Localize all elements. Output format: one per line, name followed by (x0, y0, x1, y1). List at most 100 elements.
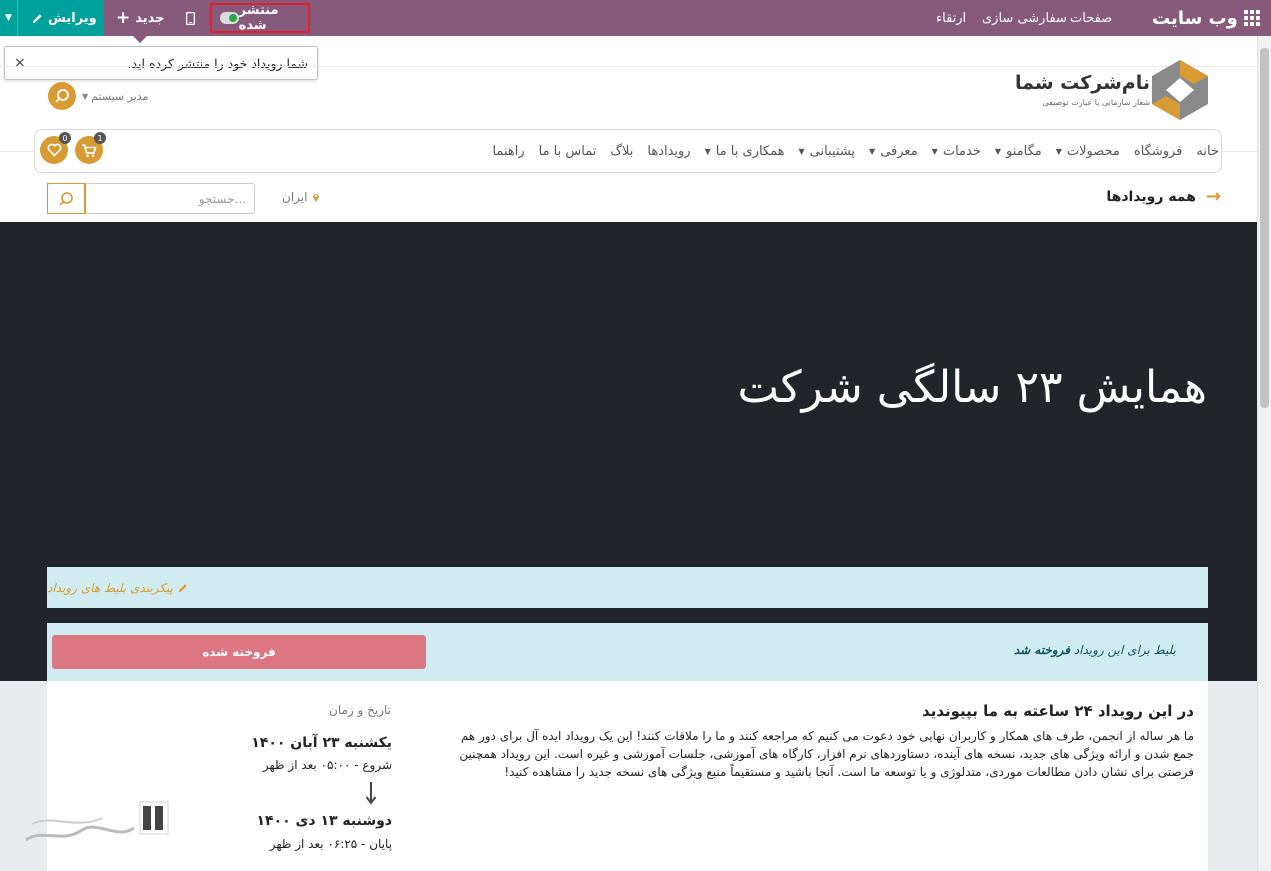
plus-icon: + (116, 8, 131, 28)
new-menu-pointer (133, 36, 147, 43)
search-icon (55, 89, 69, 103)
edit-button[interactable]: ویرایش (18, 11, 97, 26)
nav-item-shop[interactable]: فروشگاه (1134, 144, 1183, 159)
main-navbar: خانه فروشگاه محصولات ▼ مگامنو ▼ خدمات ▼ معر… (34, 129, 1222, 173)
arrow-down-icon (365, 782, 377, 805)
chevron-down-icon: ▼ (704, 146, 711, 156)
nav-item-home[interactable]: خانه (1196, 144, 1219, 159)
event-intro-text: ما هر ساله از انجمن، طرف های همکار و کار… (459, 729, 1194, 779)
edit-dropdown-toggle[interactable]: ▼ (0, 0, 18, 36)
pencil-icon (178, 583, 187, 592)
scrollbar-thumb[interactable] (1260, 48, 1269, 408)
end-date: دوشنبه ۱۳ دی ۱۴۰۰ (256, 813, 393, 829)
search-icon (59, 191, 73, 206)
date-time-label: تاریخ و زمان (329, 703, 391, 717)
chevron-down-icon: ▼ (798, 146, 805, 156)
header-search-button[interactable] (48, 82, 76, 110)
mobile-preview-button[interactable] (186, 0, 195, 36)
nav-label: محصولات (1066, 143, 1120, 159)
upgrade-menu[interactable]: ارتقاء (936, 0, 966, 36)
nav-item-blog[interactable]: بلاگ (610, 144, 633, 159)
chevron-down-icon: ▼ (869, 146, 876, 156)
chevron-down-icon: ▼ (82, 91, 89, 101)
sold-out-message: بلیط برای این رویداد فروخته شد (1014, 643, 1176, 657)
nav-item-services[interactable]: خدمات ▼ (932, 144, 981, 159)
nav-item-contact[interactable]: تماس با ما (539, 144, 597, 159)
nav-item-help[interactable]: راهنما (492, 144, 524, 159)
nav-label: خانه (1196, 143, 1219, 159)
nav-label: خدمات (942, 143, 981, 159)
company-name: نام‌شرکت شما (1014, 72, 1150, 94)
close-icon[interactable]: × (14, 55, 26, 71)
watermark-logo-icon (25, 801, 169, 842)
end-time: پایان - ۰۶:۲۵ بعد از ظهر (269, 837, 392, 851)
nav-label: بلاگ (610, 143, 634, 159)
company-logo[interactable]: نام‌شرکت شما شعار سازمانی یا عبارت توصیف… (1015, 58, 1210, 122)
cart-count-badge: 1 (94, 132, 106, 144)
nav-label: معرفی (880, 143, 918, 159)
chevron-down-icon: ▼ (931, 146, 938, 156)
sold-out-button[interactable]: فروخته شده (52, 635, 426, 669)
nav-label: تماس با ما (538, 143, 597, 159)
tooltip-text: شما رویداد خود را منتشر کرده اید. (127, 55, 309, 71)
chevron-down-icon: ▼ (994, 146, 1002, 156)
pencil-icon (32, 13, 42, 23)
search-submit-button[interactable] (47, 183, 86, 214)
heart-icon (47, 143, 61, 157)
nav-label: رویدادها (647, 143, 691, 159)
event-content: در این رویداد ۲۴ ساعته به ما بپیوندید ما… (47, 681, 1208, 871)
nav-label: راهنما (492, 143, 525, 159)
pages-menu[interactable]: صفحات (1070, 0, 1112, 36)
arrow-right-icon: → (1205, 186, 1221, 207)
start-time: شروع - ۰۵:۰۰ بعد از ظهر (262, 758, 392, 772)
location-label: ایران (282, 190, 308, 204)
nav-item-events[interactable]: رویدادها (647, 144, 690, 159)
start-date: یکشنبه ۲۳ آبان ۱۴۰۰ (251, 735, 392, 751)
publish-toggle[interactable]: منتشر شده (210, 3, 310, 33)
chevron-down-icon: ▼ (1055, 146, 1062, 156)
cart-button[interactable]: 1 (75, 132, 106, 164)
admin-user-name: مدیر سیستم (91, 89, 149, 103)
nav-label: پشتیبانی (809, 143, 856, 159)
new-content-button[interactable]: + جدید (116, 0, 165, 36)
nav-item-products[interactable]: محصولات ▼ (1056, 144, 1120, 159)
configure-tickets-link[interactable]: پیکربندی بلیط های رویداد (47, 567, 1208, 608)
website-admin-bar: ▼ ویرایش + جدید منتشر شده ارتقاء سفارشی … (0, 0, 1271, 36)
configure-tickets-label: پیکربندی بلیط های رویداد (47, 580, 173, 595)
nav-item-support[interactable]: پشتیبانی ▼ (798, 144, 855, 159)
apps-menu-button[interactable] (1244, 0, 1260, 36)
admin-user-area: ▼ مدیر سیستم (48, 82, 148, 110)
publish-label: منتشر شده (238, 3, 279, 33)
nav-label: مگامنو (1006, 143, 1042, 159)
event-search (47, 183, 255, 214)
admin-user-menu[interactable]: ▼ مدیر سیستم (82, 90, 148, 103)
customize-menu[interactable]: سفارشی سازی (982, 0, 1067, 36)
edit-button-group: ▼ ویرایش (0, 0, 104, 36)
event-intro-title: در این رویداد ۲۴ ساعته به ما بپیوندید (922, 702, 1194, 720)
website-app-title[interactable]: وب سایت (1152, 0, 1238, 36)
event-cover (0, 222, 1257, 681)
wishlist-button[interactable]: 0 (40, 132, 71, 164)
main-menu: خانه فروشگاه محصولات ▼ مگامنو ▼ خدمات ▼ معر… (492, 130, 1221, 172)
wishlist-count-badge: 0 (59, 132, 71, 144)
nav-label: همکاری با ما (715, 143, 785, 159)
nav-label: فروشگاه (1133, 143, 1183, 159)
apps-grid-icon (1244, 10, 1260, 26)
nav-item-careers[interactable]: همکاری با ما ▼ (705, 144, 785, 159)
ticket-section: بلیط برای این رویداد فروخته شد فروخته شد… (47, 623, 1208, 681)
cart-icon (82, 143, 97, 157)
sold-out-prefix: بلیط برای این رویداد (1073, 643, 1176, 657)
nav-item-megamenu[interactable]: مگامنو ▼ (995, 144, 1042, 159)
toggle-switch-icon (220, 12, 239, 24)
edit-label: ویرایش (48, 10, 97, 26)
mobile-icon (186, 11, 195, 25)
publish-tooltip: × شما رویداد خود را منتشر کرده اید. (4, 46, 318, 80)
nav-item-about[interactable]: معرفی ▼ (869, 144, 918, 159)
all-events-link[interactable]: → همه رویدادها (1106, 186, 1221, 207)
company-logo-icon (1152, 60, 1208, 120)
location-filter[interactable]: ایران (282, 190, 320, 204)
map-pin-icon (313, 194, 320, 202)
search-input[interactable] (85, 184, 254, 213)
sold-out-bold: فروخته شد (1013, 643, 1070, 657)
company-slogan: شعار سازمانی یا عبارت توصیفی (1042, 98, 1150, 107)
